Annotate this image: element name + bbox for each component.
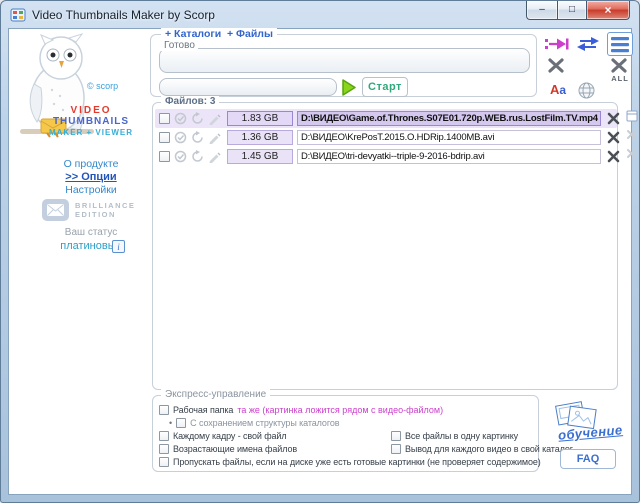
sidebar-item-about[interactable]: О продукте: [31, 158, 151, 170]
logo-video-label: VIDEO: [31, 105, 151, 116]
file-checkbox[interactable]: [159, 151, 170, 162]
all-in-one-checkbox[interactable]: [391, 431, 401, 441]
option-row: Рабочая папка та же (картинка ложится ря…: [159, 404, 534, 416]
status-label: Ваш статус: [31, 227, 151, 238]
close-icon: ×: [604, 5, 611, 15]
font-sample-upper: A: [550, 82, 559, 97]
each-frame-label[interactable]: Каждому кадру - свой файл: [173, 431, 287, 441]
all-label: ALL: [607, 74, 633, 83]
file-refresh-icon[interactable]: [191, 131, 204, 144]
each-frame-checkbox[interactable]: [159, 431, 169, 441]
row-preview-icon[interactable]: [625, 109, 638, 122]
globe-icon[interactable]: [578, 82, 595, 99]
file-refresh-icon[interactable]: [191, 112, 204, 125]
file-size: 1.83 GB: [227, 111, 293, 126]
add-files-button[interactable]: + Файлы: [223, 28, 277, 40]
logo-thumbnails-label: THUMBNAILS: [31, 116, 151, 127]
keep-structure-label[interactable]: С сохранением структуры каталогов: [190, 418, 339, 428]
file-path[interactable]: D:\ВИДЕО\KrePosT.2015.O.HDRip.1400MB.avi: [297, 130, 601, 145]
play-icon[interactable]: [341, 78, 358, 96]
workdir-label[interactable]: Рабочая папка: [173, 405, 233, 415]
workdir-value[interactable]: та же (картинка ложится рядом с видео-фа…: [237, 405, 443, 415]
swap-arrows-icon[interactable]: [576, 36, 600, 52]
edition-label: BRILLIANCE EDITION: [75, 201, 135, 219]
file-edit-icon[interactable]: [208, 131, 221, 144]
send-arrow-icon[interactable]: [545, 36, 569, 52]
file-row[interactable]: 1.45 GB D:\ВИДЕО\tri-devyatki--triple-9-…: [155, 147, 617, 166]
all-in-one-label[interactable]: Все файлы в одну картинку: [405, 431, 518, 441]
start-button[interactable]: Старт: [362, 77, 408, 97]
file-refresh-icon[interactable]: [191, 150, 204, 163]
file-edit-icon[interactable]: [208, 112, 221, 125]
increasing-names-checkbox[interactable]: [159, 444, 169, 454]
window-title: Video Thumbnails Maker by Scorp: [32, 8, 215, 22]
file-status-icon[interactable]: [174, 131, 187, 144]
edition-block: BRILLIANCE EDITION: [42, 199, 135, 221]
mail-icon: [42, 199, 69, 221]
sources-group: + Каталоги + Файлы Готово Старт: [150, 34, 537, 97]
progress-bar-file: [159, 78, 337, 96]
skip-existing-checkbox[interactable]: [159, 457, 169, 467]
files-group: Файлов: 3 1.83 GB D:\ВИДЕО\Game.of.Thron…: [152, 102, 618, 390]
row-clear-icon[interactable]: [625, 128, 638, 141]
faq-button[interactable]: FAQ: [560, 449, 616, 469]
progress-bar-total: [159, 48, 530, 73]
maximize-button[interactable]: □: [557, 1, 586, 20]
status-text: Готово: [161, 40, 198, 51]
content-area: © scorp VIDEO THUMBNAILS MAKER + VIEWER …: [8, 28, 632, 495]
status-badge: платиновый: [31, 240, 151, 252]
font-sample-lower: a: [559, 83, 566, 97]
add-catalogs-button[interactable]: + Каталоги: [161, 28, 225, 40]
file-checkbox[interactable]: [159, 113, 170, 124]
express-group-title: Экспресс-управление: [161, 389, 270, 400]
option-row: Возрастающие имена файлов Вывод для кажд…: [159, 443, 534, 455]
file-status-icon[interactable]: [174, 112, 187, 125]
file-row[interactable]: 1.83 GB D:\ВИДЕО\Game.of.Thrones.S07E01.…: [155, 109, 617, 128]
file-edit-icon[interactable]: [208, 150, 221, 163]
row-clear-icon[interactable]: [625, 147, 638, 160]
skip-existing-label[interactable]: Пропускать файлы, если на диске уже есть…: [173, 457, 541, 467]
app-logo: VIDEO THUMBNAILS MAKER + VIEWER: [31, 105, 151, 138]
info-icon[interactable]: i: [112, 240, 125, 253]
close-button[interactable]: ×: [586, 1, 630, 20]
option-row: • С сохранением структуры каталогов: [159, 417, 534, 429]
workdir-checkbox[interactable]: [159, 405, 169, 415]
file-path[interactable]: D:\ВИДЕО\Game.of.Thrones.S07E01.720p.WEB…: [297, 111, 601, 126]
keep-structure-checkbox[interactable]: [176, 418, 186, 428]
maximize-icon: □: [569, 5, 575, 15]
sidebar-nav: О продукте >> Опции Настройки: [31, 157, 151, 197]
output-per-video-label[interactable]: Вывод для каждого видео в свой каталог: [405, 444, 573, 454]
output-per-video-checkbox[interactable]: [391, 444, 401, 454]
file-path[interactable]: D:\ВИДЕО\tri-devyatki--triple-9-2016-bdr…: [297, 149, 601, 164]
file-status-icon[interactable]: [174, 150, 187, 163]
clear-all-icon[interactable]: [610, 58, 628, 73]
sidebar-item-options[interactable]: >> Опции: [31, 171, 151, 183]
copyright-label: © scorp: [87, 81, 118, 91]
file-size: 1.36 GB: [227, 130, 293, 145]
file-checkbox[interactable]: [159, 132, 170, 143]
minimize-button[interactable]: –: [526, 1, 557, 20]
file-row[interactable]: 1.36 GB D:\ВИДЕО\KrePosT.2015.O.HDRip.14…: [155, 128, 617, 147]
app-icon: [10, 7, 26, 23]
bullet-icon: •: [169, 418, 172, 428]
minimize-icon: –: [539, 5, 545, 15]
express-group: Экспресс-управление Рабочая папка та же …: [152, 395, 539, 472]
file-size: 1.45 GB: [227, 149, 293, 164]
option-row: Каждому кадру - свой файл Все файлы в од…: [159, 430, 534, 442]
option-row: Пропускать файлы, если на диске уже есть…: [159, 456, 534, 468]
layout-grid-button[interactable]: [607, 32, 633, 56]
file-remove-button[interactable]: [606, 149, 621, 164]
clear-selected-icon[interactable]: [547, 58, 565, 73]
file-remove-button[interactable]: [606, 130, 621, 145]
window-controls: – □ ×: [526, 1, 630, 20]
increasing-names-label[interactable]: Возрастающие имена файлов: [173, 444, 297, 454]
font-button[interactable]: Aa: [546, 82, 570, 97]
files-group-title: Файлов: 3: [161, 96, 219, 107]
logo-maker-viewer-label: MAKER + VIEWER: [31, 127, 151, 138]
file-remove-button[interactable]: [606, 111, 621, 126]
sidebar-item-settings[interactable]: Настройки: [31, 184, 151, 196]
app-window: Video Thumbnails Maker by Scorp – □ ×: [0, 0, 640, 503]
